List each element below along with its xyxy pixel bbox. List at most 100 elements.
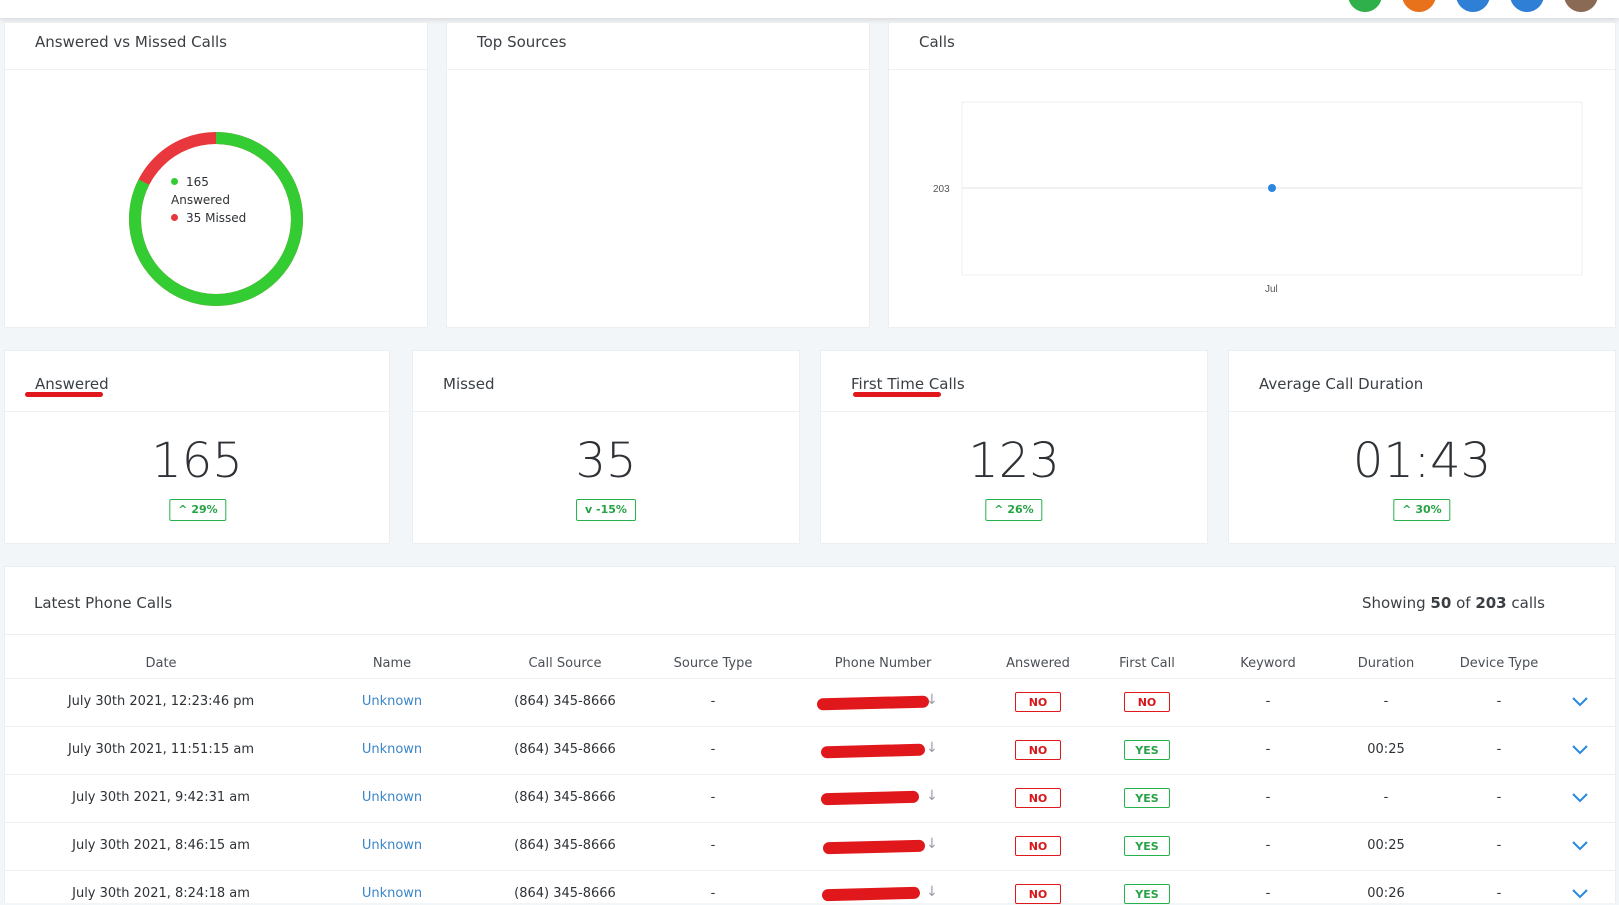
chevron-down-icon[interactable] [1572,841,1588,851]
cell-date: July 30th 2021, 9:42:31 am [72,790,250,805]
column-header-duration[interactable]: Duration [1358,656,1414,671]
arrow-down-icon[interactable]: ↓ [926,884,938,900]
answered-badge: NO [1015,740,1061,760]
calls-line-chart: 203 Jul [933,101,1583,295]
first-call-badge: YES [1124,788,1170,808]
stat-card-answered: Answered 165 ^ 29% [4,350,390,544]
cell-source-type: - [710,886,716,901]
user-avatar[interactable] [1402,0,1436,12]
column-header-keyword[interactable]: Keyword [1240,656,1296,671]
first-call-badge: YES [1124,740,1170,760]
redacted-phone-number [821,886,921,902]
calls-chart-card: Calls 203 Jul [888,22,1616,328]
change-badge: ^ 26% [985,499,1043,521]
arrow-down-icon[interactable]: ↓ [926,836,938,852]
first-call-badge: YES [1124,884,1170,904]
answered-badge: NO [1015,836,1061,856]
column-header-answered[interactable]: Answered [1006,656,1070,671]
cell-call-source: (864) 345-8666 [514,790,616,805]
change-badge: ^ 30% [1393,499,1451,521]
divider [4,870,1616,871]
divider [4,634,1616,635]
change-value: -15% [596,503,627,516]
cell-source-type: - [710,694,716,709]
card-title: Top Sources [447,23,869,70]
showing-count: Showing 50 of 203 calls [1362,594,1545,612]
missed-dot-icon [171,214,178,221]
cell-device-type: - [1496,838,1502,853]
showing-total: 203 [1475,594,1507,612]
column-header-name[interactable]: Name [373,656,411,671]
cell-keyword: - [1265,742,1271,757]
cell-keyword: - [1265,886,1271,901]
user-avatar[interactable] [1510,0,1544,12]
stat-value: 01:43 [1352,433,1492,489]
chevron-down-icon[interactable] [1572,697,1588,707]
data-point[interactable] [1268,184,1276,192]
answered-vs-missed-card: Answered vs Missed Calls 165 Answered 35… [4,22,428,328]
user-avatar[interactable] [1348,0,1382,12]
red-underline-annotation [25,392,103,397]
stat-card-missed: Missed 35 v -15% [412,350,800,544]
stat-value: 165 [151,433,243,489]
column-header-first-call[interactable]: First Call [1119,656,1175,671]
chevron-down-icon[interactable] [1572,793,1588,803]
x-tick-label: Jul [1265,284,1278,295]
change-badge: ^ 29% [169,499,227,521]
card-title: Answered vs Missed Calls [5,23,427,70]
legend-missed-text: 35 Missed [186,211,247,225]
cell-duration: 00:26 [1367,886,1405,901]
showing-suffix: calls [1511,594,1545,612]
stat-card-average-call-duration: Average Call Duration 01:43 ^ 30% [1228,350,1616,544]
answered-badge: NO [1015,692,1061,712]
cell-name-link[interactable]: Unknown [362,742,422,757]
chevron-down-icon[interactable] [1572,889,1588,899]
cell-call-source: (864) 345-8666 [514,838,616,853]
arrow-down-icon[interactable]: ↓ [926,788,938,804]
chevron-down-icon[interactable] [1572,745,1588,755]
card-title: Answered [5,351,389,412]
cell-name-link[interactable]: Unknown [362,886,422,901]
user-avatar[interactable] [1564,0,1598,12]
cell-name-link[interactable]: Unknown [362,838,422,853]
cell-device-type: - [1496,694,1502,709]
cell-call-source: (864) 345-8666 [514,886,616,901]
cell-device-type: - [1496,790,1502,805]
cell-name-link[interactable]: Unknown [362,790,422,805]
red-underline-annotation [853,392,941,397]
cell-date: July 30th 2021, 8:46:15 am [72,838,250,853]
first-call-badge: NO [1124,692,1170,712]
redacted-phone-number [820,790,920,806]
column-header-call-source[interactable]: Call Source [528,656,601,671]
cell-call-source: (864) 345-8666 [514,694,616,709]
cell-duration: 00:25 [1367,838,1405,853]
column-header-source-type[interactable]: Source Type [674,656,753,671]
chevron-up-icon: ^ [178,503,192,516]
chevron-down-icon: v [585,503,597,516]
arrow-down-icon[interactable]: ↓ [926,740,938,756]
divider [4,678,1616,679]
divider [4,774,1616,775]
user-avatar[interactable] [1456,0,1490,12]
showing-of: of [1456,594,1471,612]
arrow-down-icon[interactable]: ↓ [926,692,938,708]
first-call-badge: YES [1124,836,1170,856]
card-title: Calls [889,23,1615,70]
column-header-device-type[interactable]: Device Type [1460,656,1538,671]
cell-date: July 30th 2021, 12:23:46 pm [67,694,255,709]
chevron-up-icon: ^ [1402,503,1416,516]
cell-date: July 30th 2021, 8:24:18 am [72,886,250,901]
cell-name-link[interactable]: Unknown [362,694,422,709]
answered-dot-icon [171,178,178,185]
cell-device-type: - [1496,742,1502,757]
divider [4,726,1616,727]
cell-source-type: - [710,742,716,757]
column-header-date[interactable]: Date [145,656,176,671]
y-tick-label: 203 [933,184,950,195]
cell-duration: - [1383,790,1389,805]
cell-date: July 30th 2021, 11:51:15 am [67,742,255,757]
column-header-phone-number[interactable]: Phone Number [835,656,932,671]
legend-missed: 35 Missed [171,209,246,227]
change-badge: v -15% [576,499,636,521]
top-sources-card: Top Sources [446,22,870,328]
